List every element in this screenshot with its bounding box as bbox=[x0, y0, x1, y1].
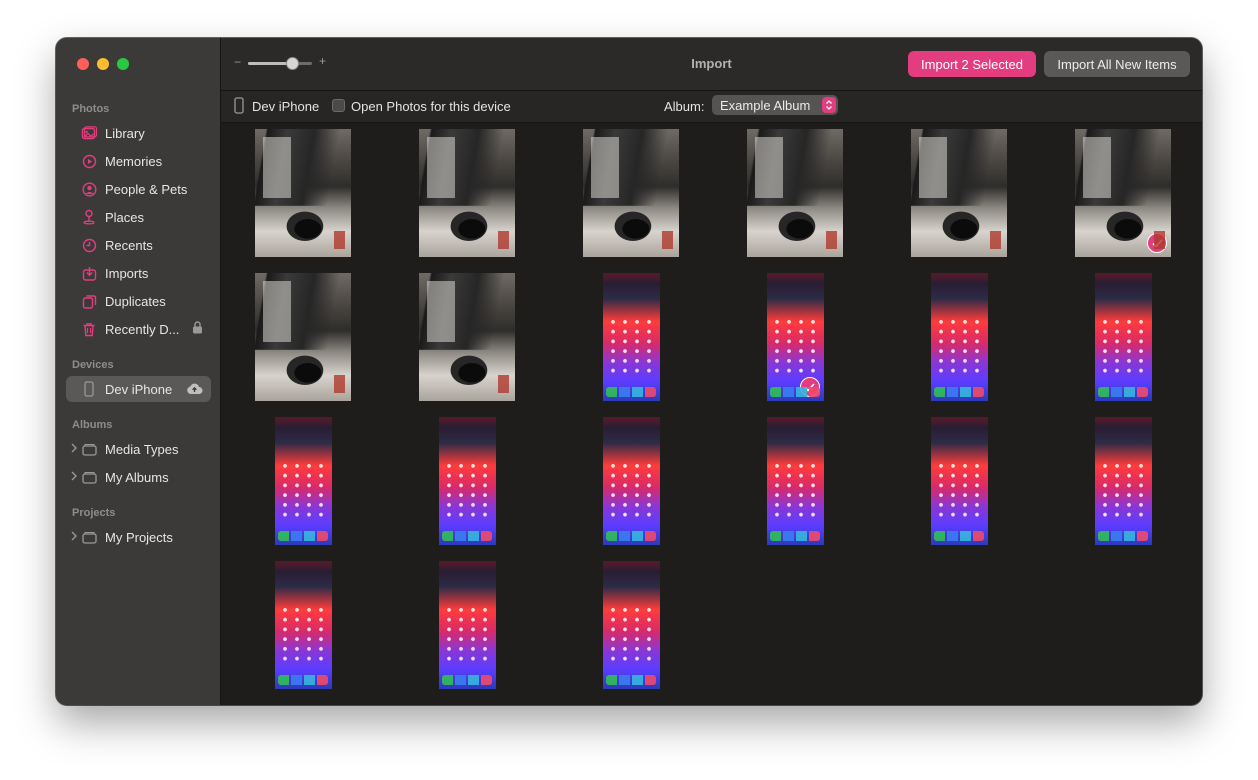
sidebar-item-label: People & Pets bbox=[105, 181, 188, 197]
zoom-slider[interactable] bbox=[248, 62, 312, 65]
people-icon bbox=[80, 180, 98, 198]
folder-icon bbox=[80, 528, 98, 546]
import-all-new-button[interactable]: Import All New Items bbox=[1044, 51, 1190, 77]
sidebar-item-places[interactable]: Places bbox=[66, 204, 211, 230]
cloud-upload-icon bbox=[186, 382, 203, 398]
sidebar-item-dev-iphone[interactable]: Dev iPhone bbox=[66, 376, 211, 402]
photo-thumbnail[interactable] bbox=[602, 561, 660, 689]
sidebar: Photos Library Memories People & Pets Pl… bbox=[56, 38, 221, 705]
zoom-out-icon[interactable]: − bbox=[234, 55, 241, 69]
chevron-right-icon[interactable] bbox=[70, 442, 78, 457]
photo-thumbnail[interactable] bbox=[747, 129, 843, 257]
photo-thumbnail[interactable] bbox=[930, 273, 988, 401]
imports-icon bbox=[80, 264, 98, 282]
trash-icon bbox=[80, 320, 98, 338]
photo-thumbnail[interactable] bbox=[1094, 417, 1152, 545]
photo-thumbnail[interactable] bbox=[583, 129, 679, 257]
photos-window: Photos Library Memories People & Pets Pl… bbox=[56, 38, 1202, 705]
open-photos-checkbox[interactable] bbox=[332, 99, 345, 112]
zoom-slider-fill bbox=[248, 62, 292, 65]
checkmark-icon bbox=[799, 377, 820, 397]
duplicates-icon bbox=[80, 292, 98, 310]
album-label: Album: bbox=[664, 99, 705, 114]
iphone-icon bbox=[234, 97, 244, 117]
recents-icon bbox=[80, 236, 98, 254]
sidebar-item-label: My Projects bbox=[105, 529, 173, 545]
photo-thumbnail[interactable] bbox=[419, 273, 515, 401]
sidebar-item-label: Recently D... bbox=[105, 321, 180, 337]
chevron-right-icon[interactable] bbox=[70, 470, 78, 485]
photo-thumbnail[interactable] bbox=[1094, 273, 1152, 401]
photo-thumbnail[interactable] bbox=[602, 417, 660, 545]
photo-thumbnail[interactable] bbox=[274, 561, 332, 689]
folder-icon bbox=[80, 440, 98, 458]
sidebar-item-label: Recents bbox=[105, 237, 153, 253]
sidebar-item-label: Imports bbox=[105, 265, 149, 281]
lock-icon bbox=[192, 321, 203, 337]
album-select[interactable]: Example Album bbox=[712, 95, 838, 115]
import-options-bar: Dev iPhone Open Photos for this device A… bbox=[221, 91, 1202, 123]
photo-grid bbox=[221, 123, 1202, 705]
photo-thumbnail[interactable] bbox=[930, 417, 988, 545]
sidebar-item-label: Places bbox=[105, 209, 145, 225]
photo-thumbnail[interactable] bbox=[602, 273, 660, 401]
photo-thumbnail[interactable] bbox=[1075, 129, 1171, 257]
open-photos-label[interactable]: Open Photos for this device bbox=[351, 99, 511, 114]
photo-thumbnail[interactable] bbox=[766, 417, 824, 545]
sidebar-item-media-types[interactable]: Media Types bbox=[66, 436, 211, 462]
section-title-albums: Albums bbox=[72, 419, 113, 431]
sidebar-item-recents[interactable]: Recents bbox=[66, 232, 211, 258]
iphone-icon bbox=[80, 380, 98, 398]
photo-thumbnail[interactable] bbox=[274, 417, 332, 545]
device-name: Dev iPhone bbox=[252, 99, 320, 114]
zoom-in-icon[interactable]: + bbox=[319, 54, 326, 68]
sidebar-item-label: Library bbox=[105, 125, 145, 141]
photo-thumbnail[interactable] bbox=[911, 129, 1007, 257]
sidebar-item-library[interactable]: Library bbox=[66, 120, 211, 146]
zoom-window-button[interactable] bbox=[117, 58, 129, 70]
sidebar-item-label: My Albums bbox=[105, 469, 169, 485]
photo-thumbnail[interactable] bbox=[438, 561, 496, 689]
memories-icon bbox=[80, 152, 98, 170]
sidebar-item-my-projects[interactable]: My Projects bbox=[66, 524, 211, 550]
sidebar-item-label: Dev iPhone bbox=[105, 381, 173, 397]
photo-thumbnail[interactable] bbox=[438, 417, 496, 545]
sidebar-item-label: Duplicates bbox=[105, 293, 166, 309]
sidebar-item-imports[interactable]: Imports bbox=[66, 260, 211, 286]
photo-thumbnail[interactable] bbox=[255, 273, 351, 401]
sidebar-item-recently-deleted[interactable]: Recently D... bbox=[66, 316, 211, 342]
places-icon bbox=[80, 208, 98, 226]
photo-thumbnail[interactable] bbox=[255, 129, 351, 257]
sidebar-item-my-albums[interactable]: My Albums bbox=[66, 464, 211, 490]
sidebar-item-memories[interactable]: Memories bbox=[66, 148, 211, 174]
photo-thumbnail[interactable] bbox=[766, 273, 824, 401]
chevron-right-icon[interactable] bbox=[70, 530, 78, 545]
sidebar-item-people-pets[interactable]: People & Pets bbox=[66, 176, 211, 202]
library-icon bbox=[80, 124, 98, 142]
zoom-slider-knob[interactable] bbox=[285, 57, 299, 70]
album-select-value: Example Album bbox=[720, 98, 811, 113]
minimize-window-button[interactable] bbox=[97, 58, 109, 70]
toolbar: − + Import Import 2 Selected Import All … bbox=[221, 38, 1202, 91]
import-selected-button[interactable]: Import 2 Selected bbox=[908, 51, 1036, 77]
section-title-photos: Photos bbox=[72, 103, 110, 115]
sidebar-item-label: Memories bbox=[105, 153, 163, 169]
close-window-button[interactable] bbox=[77, 58, 89, 70]
checkmark-icon bbox=[1147, 233, 1167, 253]
section-title-projects: Projects bbox=[72, 507, 116, 519]
sidebar-item-duplicates[interactable]: Duplicates bbox=[66, 288, 211, 314]
sidebar-item-label: Media Types bbox=[105, 441, 179, 457]
photo-thumbnail[interactable] bbox=[419, 129, 515, 257]
traffic-lights bbox=[77, 58, 129, 70]
folder-icon bbox=[80, 468, 98, 486]
chevron-updown-icon bbox=[822, 97, 836, 113]
section-title-devices: Devices bbox=[72, 359, 114, 371]
